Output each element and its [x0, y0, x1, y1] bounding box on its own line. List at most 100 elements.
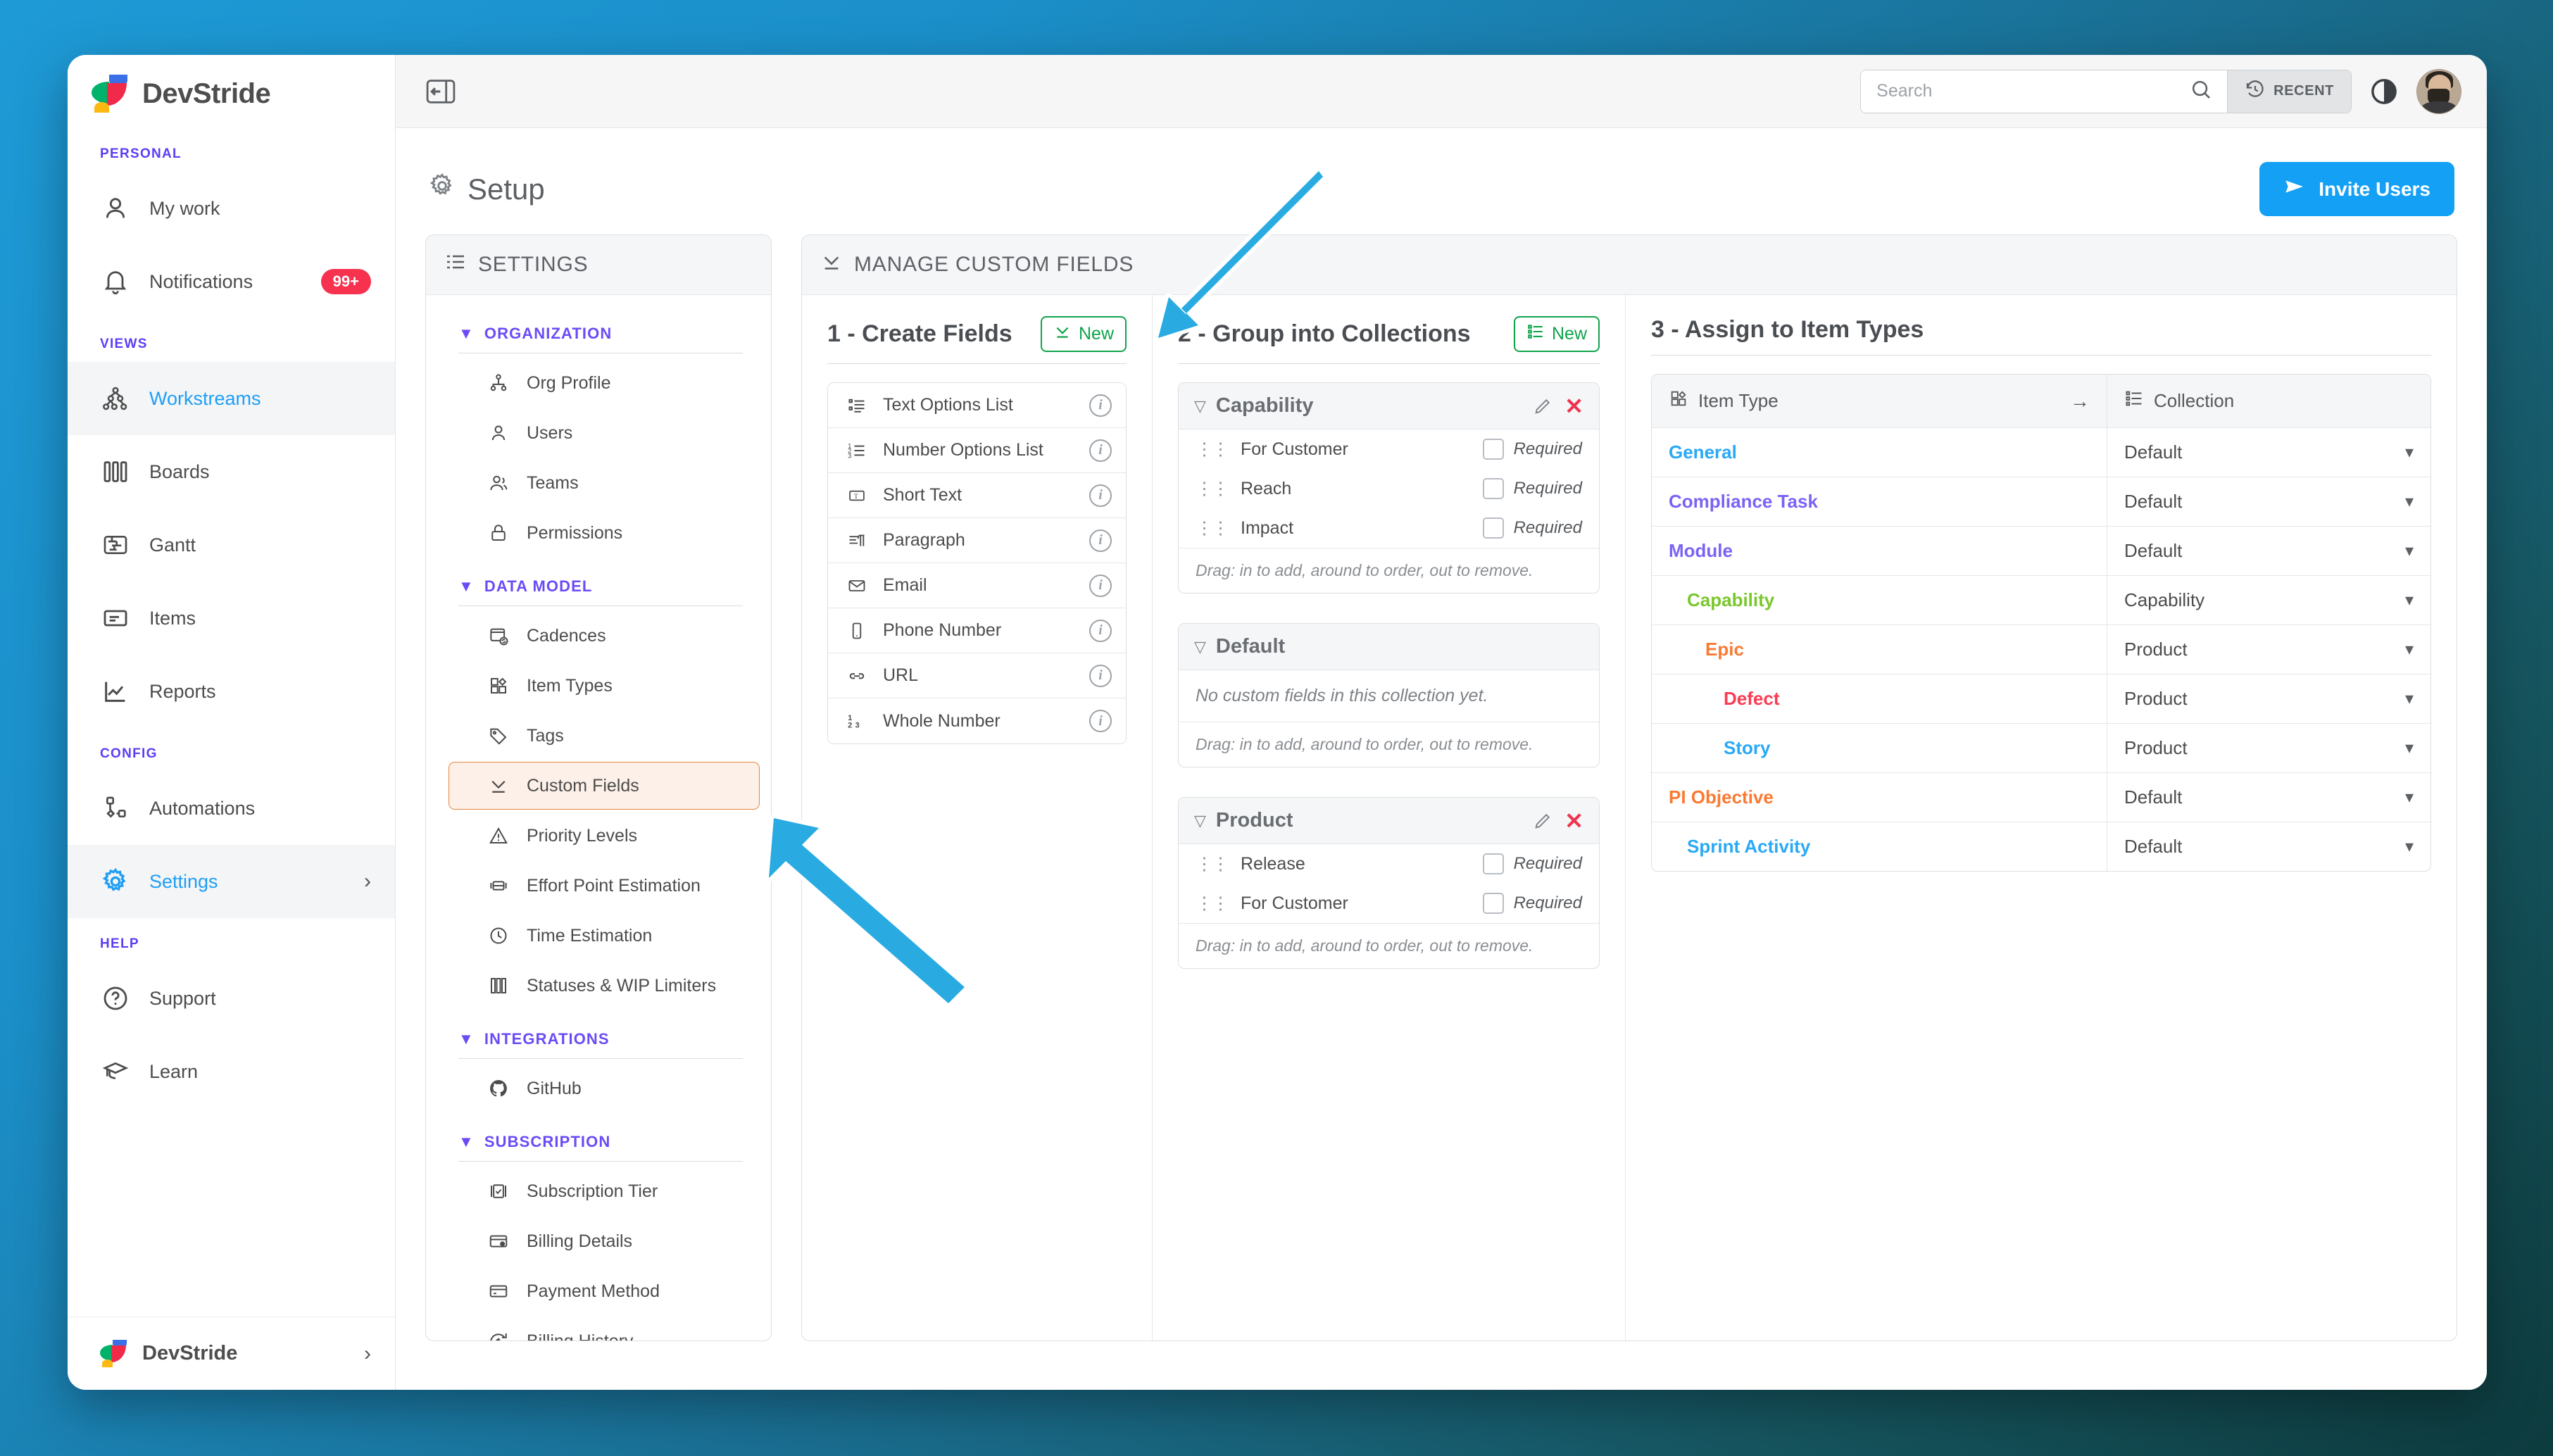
new-collection-button[interactable]: New — [1513, 316, 1600, 352]
settings-item-subscription-tier[interactable]: Subscription Tier — [448, 1167, 760, 1215]
info-icon[interactable]: i — [1089, 574, 1112, 597]
item-type-cell[interactable]: Epic — [1652, 625, 2107, 674]
info-icon[interactable]: i — [1089, 529, 1112, 552]
collection-select[interactable]: Default ▾ — [2107, 773, 2430, 822]
settings-item-billing-history[interactable]: Billing History — [448, 1317, 760, 1341]
settings-item-statuses-wip-limiters[interactable]: Statuses & WIP Limiters — [448, 962, 760, 1010]
sidebar-item-items[interactable]: Items — [68, 582, 395, 655]
item-type-cell[interactable]: Module — [1652, 527, 2107, 575]
sidebar-item-settings[interactable]: Settings › — [68, 845, 395, 918]
caret-down-icon[interactable]: ▽ — [1194, 638, 1206, 656]
settings-item-org-profile[interactable]: Org Profile — [448, 359, 760, 407]
delete-collection-icon[interactable]: ✕ — [1564, 810, 1583, 832]
info-icon[interactable]: i — [1089, 710, 1112, 732]
collection-select[interactable]: Default ▾ — [2107, 477, 2430, 526]
collection-select[interactable]: Capability ▾ — [2107, 576, 2430, 625]
drag-handle-icon[interactable]: ⋮⋮ — [1196, 517, 1229, 539]
settings-item-payment-method[interactable]: Payment Method — [448, 1267, 760, 1315]
collapse-sidebar-icon[interactable] — [421, 76, 460, 107]
required-checkbox[interactable] — [1482, 853, 1504, 874]
search-input[interactable] — [1876, 81, 2183, 101]
settings-item-time-estimation[interactable]: Time Estimation — [448, 912, 760, 960]
settings-group-integrations[interactable]: ▼ INTEGRATIONS — [426, 1012, 771, 1055]
required-checkbox[interactable] — [1482, 478, 1504, 499]
field-type-row[interactable]: Text Options List i — [828, 383, 1126, 428]
required-toggle[interactable]: Required — [1482, 517, 1582, 539]
sidebar-item-reports[interactable]: Reports — [68, 655, 395, 728]
field-type-row[interactable]: Paragraph i — [828, 518, 1126, 563]
sidebar-item-boards[interactable]: Boards — [68, 435, 395, 508]
search-icon[interactable] — [2189, 77, 2213, 105]
item-type-cell[interactable]: PI Objective — [1652, 773, 2107, 822]
sidebar-item-support[interactable]: Support — [68, 962, 395, 1035]
collection-field-row[interactable]: ⋮⋮ Impact Required — [1179, 508, 1599, 548]
info-icon[interactable]: i — [1089, 394, 1112, 417]
user-avatar[interactable] — [2416, 68, 2461, 114]
sidebar-item-workstreams[interactable]: Workstreams — [68, 362, 395, 435]
delete-collection-icon[interactable]: ✕ — [1564, 395, 1583, 418]
settings-item-github[interactable]: GitHub — [448, 1065, 760, 1112]
collection-field-row[interactable]: ⋮⋮ For Customer Required — [1179, 429, 1599, 469]
field-type-row[interactable]: URL i — [828, 653, 1126, 698]
field-type-row[interactable]: T Short Text i — [828, 473, 1126, 518]
settings-item-custom-fields[interactable]: Custom Fields — [448, 762, 760, 810]
drag-handle-icon[interactable]: ⋮⋮ — [1196, 439, 1229, 460]
contrast-icon[interactable] — [2366, 73, 2402, 110]
required-checkbox[interactable] — [1482, 517, 1504, 539]
field-type-row[interactable]: Email i — [828, 563, 1126, 608]
sidebar-item-learn[interactable]: Learn — [68, 1035, 395, 1108]
settings-group-subscription[interactable]: ▼ SUBSCRIPTION — [426, 1115, 771, 1158]
settings-item-effort-point-estimation[interactable]: Effort Point Estimation — [448, 862, 760, 910]
field-type-row[interactable]: 123 Number Options List i — [828, 428, 1126, 473]
required-toggle[interactable]: Required — [1482, 853, 1582, 874]
settings-group-data-model[interactable]: ▼ DATA MODEL — [426, 559, 771, 603]
collection-field-row[interactable]: ⋮⋮ Release Required — [1179, 844, 1599, 884]
required-toggle[interactable]: Required — [1482, 478, 1582, 499]
info-icon[interactable]: i — [1089, 439, 1112, 462]
item-type-cell[interactable]: Capability — [1652, 576, 2107, 625]
collection-select[interactable]: Default ▾ — [2107, 428, 2430, 477]
item-type-cell[interactable]: Defect — [1652, 674, 2107, 723]
sidebar-item-my-work[interactable]: My work — [68, 172, 395, 245]
edit-pencil-icon[interactable] — [1531, 396, 1555, 416]
edit-pencil-icon[interactable] — [1531, 811, 1555, 831]
required-toggle[interactable]: Required — [1482, 439, 1582, 460]
info-icon[interactable]: i — [1089, 664, 1112, 687]
item-type-cell[interactable]: General — [1652, 428, 2107, 477]
collection-header[interactable]: ▽ Product ✕ — [1179, 798, 1599, 844]
collection-select[interactable]: Default ▾ — [2107, 527, 2430, 575]
settings-item-teams[interactable]: Teams — [448, 459, 760, 507]
settings-item-priority-levels[interactable]: Priority Levels — [448, 812, 760, 860]
settings-group-organization[interactable]: ▼ ORGANIZATION — [426, 306, 771, 350]
drag-handle-icon[interactable]: ⋮⋮ — [1196, 853, 1229, 874]
sidebar-item-automations[interactable]: Automations — [68, 772, 395, 845]
collection-select[interactable]: Product ▾ — [2107, 625, 2430, 674]
search-field[interactable] — [1861, 70, 2228, 113]
sidebar-item-gantt[interactable]: Gantt — [68, 508, 395, 582]
collection-select[interactable]: Product ▾ — [2107, 724, 2430, 772]
caret-down-icon[interactable]: ▽ — [1194, 397, 1206, 415]
drag-handle-icon[interactable]: ⋮⋮ — [1196, 478, 1229, 499]
info-icon[interactable]: i — [1089, 484, 1112, 507]
settings-item-cadences[interactable]: Cadences — [448, 612, 760, 660]
new-field-button[interactable]: New — [1040, 316, 1127, 352]
item-type-cell[interactable]: Sprint Activity — [1652, 822, 2107, 871]
settings-item-tags[interactable]: Tags — [448, 712, 760, 760]
collection-header[interactable]: ▽ Capability ✕ — [1179, 383, 1599, 429]
settings-item-item-types[interactable]: Item Types — [448, 662, 760, 710]
required-checkbox[interactable] — [1482, 439, 1504, 460]
required-toggle[interactable]: Required — [1482, 893, 1582, 914]
required-checkbox[interactable] — [1482, 893, 1504, 914]
collection-select[interactable]: Default ▾ — [2107, 822, 2430, 871]
item-type-cell[interactable]: Story — [1652, 724, 2107, 772]
settings-item-permissions[interactable]: Permissions — [448, 509, 760, 557]
sidebar-item-notifications[interactable]: Notifications 99+ — [68, 245, 395, 318]
collection-select[interactable]: Product ▾ — [2107, 674, 2430, 723]
invite-users-button[interactable]: Invite Users — [2259, 162, 2454, 216]
settings-item-users[interactable]: Users — [448, 409, 760, 457]
field-type-row[interactable]: 123 Whole Number i — [828, 698, 1126, 743]
collection-field-row[interactable]: ⋮⋮ Reach Required — [1179, 469, 1599, 508]
drag-handle-icon[interactable]: ⋮⋮ — [1196, 893, 1229, 914]
collection-header[interactable]: ▽ Default — [1179, 624, 1599, 670]
recent-button[interactable]: RECENT — [2227, 70, 2351, 113]
